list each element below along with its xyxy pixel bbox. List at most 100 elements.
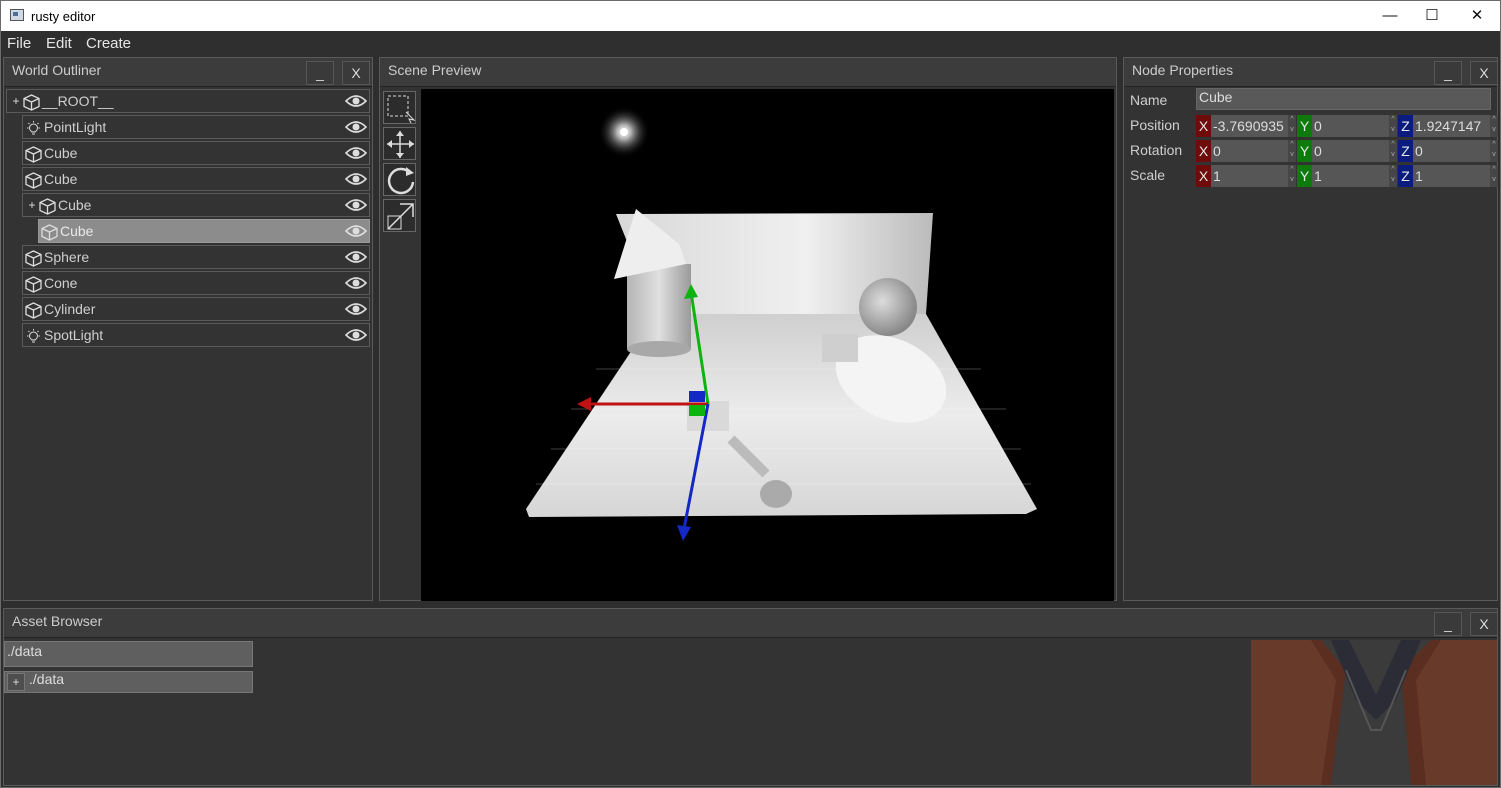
asset-path-field[interactable]: ./data xyxy=(4,641,253,667)
position-x-value[interactable]: -3.7690935 xyxy=(1211,115,1288,137)
spin-buttons[interactable]: ^ v xyxy=(1490,140,1498,162)
properties-close-button[interactable]: X xyxy=(1470,61,1498,85)
spin-buttons[interactable]: ^ v xyxy=(1389,140,1397,162)
scale-y-field[interactable]: Y 1 ^ v xyxy=(1297,165,1397,187)
menu-file[interactable]: File xyxy=(7,35,31,52)
scene-preview-panel: Scene Preview xyxy=(379,57,1117,601)
menu-bar: File Edit Create xyxy=(1,31,1500,56)
outliner-node-root[interactable]: + __ROOT__ xyxy=(6,89,370,113)
scale-x-value[interactable]: 1 xyxy=(1211,165,1288,187)
outliner-node-spotlight[interactable]: SpotLight xyxy=(22,323,370,347)
scene-preview-header: Scene Preview xyxy=(380,58,1116,87)
visibility-eye-icon[interactable] xyxy=(344,249,368,265)
outliner-node-pointlight[interactable]: PointLight xyxy=(22,115,370,139)
select-tool-icon[interactable] xyxy=(383,91,416,124)
node-label: Sphere xyxy=(44,249,90,265)
visibility-eye-icon[interactable] xyxy=(344,93,368,109)
node-properties-header: Node Properties _ X xyxy=(1124,58,1498,87)
expand-node-button[interactable]: + xyxy=(9,93,23,109)
cube-icon xyxy=(25,250,42,267)
spin-buttons[interactable]: ^ v xyxy=(1490,165,1498,187)
outliner-node-cube[interactable]: + Cube xyxy=(22,193,370,217)
scene-viewport[interactable] xyxy=(421,89,1114,601)
position-y-field[interactable]: Y 0 ^ v xyxy=(1297,115,1397,137)
node-label: Cylinder xyxy=(44,301,96,317)
name-field[interactable]: Cube xyxy=(1196,88,1491,110)
asset-tree-root[interactable]: + ./data xyxy=(4,671,253,693)
position-x-field[interactable]: X -3.7690935 ^ v xyxy=(1196,115,1296,137)
axis-x-badge: X xyxy=(1196,165,1211,187)
node-label: PointLight xyxy=(44,119,107,135)
editor-window: rusty editor — ☐ ✕ File Edit Create Worl… xyxy=(0,0,1501,788)
world-outliner-panel: World Outliner _ X + __ROOT__ PointLight Cu… xyxy=(3,57,373,601)
rotation-y-field[interactable]: Y 0 ^ v xyxy=(1297,140,1397,162)
rotate-tool-icon[interactable] xyxy=(383,163,416,196)
asset-browser-panel: Asset Browser _ X ./data + ./data xyxy=(3,608,1498,786)
scale-tool-icon[interactable] xyxy=(383,199,416,232)
cube-icon xyxy=(39,198,56,215)
spin-buttons[interactable]: ^ v xyxy=(1288,115,1296,137)
scale-x-field[interactable]: X 1 ^ v xyxy=(1196,165,1296,187)
outliner-node-cone[interactable]: Cone xyxy=(22,271,370,295)
maximize-window-button[interactable]: ☐ xyxy=(1409,1,1455,31)
visibility-eye-icon[interactable] xyxy=(344,275,368,291)
rotation-z-value[interactable]: 0 xyxy=(1413,140,1490,162)
spin-buttons[interactable]: ^ v xyxy=(1490,115,1498,137)
outliner-node-cube[interactable]: Cube xyxy=(22,167,370,191)
axis-y-badge: Y xyxy=(1297,115,1312,137)
spin-buttons[interactable]: ^ v xyxy=(1288,165,1296,187)
visibility-eye-icon[interactable] xyxy=(344,327,368,343)
cube-icon xyxy=(25,172,42,189)
spin-buttons[interactable]: ^ v xyxy=(1288,140,1296,162)
outliner-node-cube[interactable]: Cube xyxy=(38,219,370,243)
spin-buttons[interactable]: ^ v xyxy=(1389,115,1397,137)
outliner-node-cylinder[interactable]: Cylinder xyxy=(22,297,370,321)
spin-buttons[interactable]: ^ v xyxy=(1389,165,1397,187)
visibility-eye-icon[interactable] xyxy=(344,171,368,187)
window-title: rusty editor xyxy=(31,9,96,24)
light-bulb-icon xyxy=(25,120,42,137)
visibility-eye-icon[interactable] xyxy=(344,119,368,135)
title-bar: rusty editor — ☐ ✕ xyxy=(1,1,1500,31)
close-window-button[interactable]: ✕ xyxy=(1454,1,1500,31)
outliner-node-cube[interactable]: Cube xyxy=(22,141,370,165)
position-z-field[interactable]: Z 1.9247147 ^ v xyxy=(1398,115,1498,137)
visibility-eye-icon[interactable] xyxy=(344,301,368,317)
node-label: Cube xyxy=(60,223,94,239)
rotation-y-value[interactable]: 0 xyxy=(1312,140,1389,162)
node-properties-panel: Node Properties _ X Name Cube Position R… xyxy=(1123,57,1498,601)
axis-y-badge: Y xyxy=(1297,140,1312,162)
rotation-z-field[interactable]: Z 0 ^ v xyxy=(1398,140,1498,162)
asset-minimize-button[interactable]: _ xyxy=(1434,612,1462,636)
visibility-eye-icon[interactable] xyxy=(344,223,368,239)
rotation-x-field[interactable]: X 0 ^ v xyxy=(1196,140,1296,162)
asset-expand-button[interactable]: + xyxy=(7,673,25,691)
scale-y-value[interactable]: 1 xyxy=(1312,165,1389,187)
cube-icon xyxy=(25,146,42,163)
scale-label: Scale xyxy=(1130,167,1166,183)
position-z-value[interactable]: 1.9247147 xyxy=(1413,115,1490,137)
move-tool-icon[interactable] xyxy=(383,127,416,160)
axis-x-badge: X xyxy=(1196,115,1211,137)
position-label: Position xyxy=(1130,117,1180,133)
menu-edit[interactable]: Edit xyxy=(46,35,72,52)
position-y-value[interactable]: 0 xyxy=(1312,115,1389,137)
visibility-eye-icon[interactable] xyxy=(344,197,368,213)
properties-minimize-button[interactable]: _ xyxy=(1434,61,1462,85)
outliner-close-button[interactable]: X xyxy=(342,61,370,85)
node-label: Cube xyxy=(44,171,78,187)
node-label: Cube xyxy=(58,197,92,213)
axis-z-badge: Z xyxy=(1398,165,1413,187)
menu-create[interactable]: Create xyxy=(86,35,131,52)
expand-node-button[interactable]: + xyxy=(25,197,39,213)
outliner-node-sphere[interactable]: Sphere xyxy=(22,245,370,269)
rotation-x-value[interactable]: 0 xyxy=(1211,140,1288,162)
visibility-eye-icon[interactable] xyxy=(344,145,368,161)
scale-z-value[interactable]: 1 xyxy=(1413,165,1490,187)
cube-icon xyxy=(41,224,58,241)
asset-close-button[interactable]: X xyxy=(1470,612,1498,636)
minimize-window-button[interactable]: — xyxy=(1367,1,1413,31)
outliner-minimize-button[interactable]: _ xyxy=(306,61,334,85)
scale-z-field[interactable]: Z 1 ^ v xyxy=(1398,165,1498,187)
node-label: SpotLight xyxy=(44,327,104,343)
